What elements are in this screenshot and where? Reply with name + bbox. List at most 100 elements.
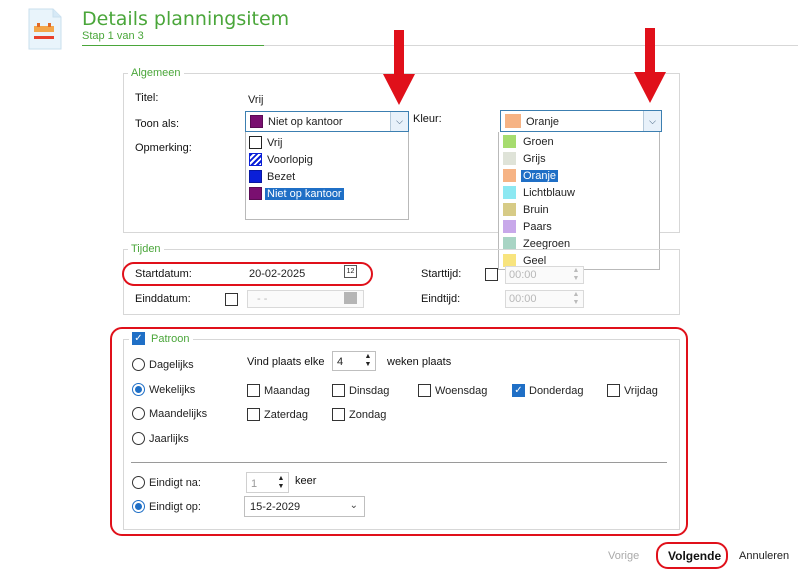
eindtijd-value: 00:00 [509,293,537,305]
day-vrijdag-checkbox [607,384,620,397]
chevron-down-icon: ⌄ [349,500,358,511]
day-maandag[interactable]: Maandag [247,384,310,397]
starttijd-input[interactable]: 00:00 ▲ ▼ [505,266,584,284]
calendar-glyph: 12 [346,268,355,275]
radio-eindigt-na[interactable]: Eindigt na: [132,476,201,489]
kleur-select[interactable]: Oranje ⌵ [500,110,662,132]
day-maandag-checkbox [247,384,260,397]
header-underline [82,45,264,46]
opmerking-label: Opmerking: [135,142,192,154]
weken-spin-buttons[interactable]: ▲ ▼ [361,352,375,370]
toon-als-option-selected[interactable]: Niet op kantoor [246,185,345,202]
radio-dagelijks[interactable]: Dagelijks [132,358,194,371]
radio-wekelijks[interactable]: Wekelijks [132,383,195,396]
kleur-option-selected[interactable]: Oranje [499,167,560,184]
radio-dagelijks-label: Dagelijks [149,358,194,371]
swatch-lichtblauw [503,186,516,199]
toon-als-option[interactable]: Voorlopig [246,151,313,168]
eindtijd-spinner[interactable]: ▲ ▼ [569,291,583,307]
vorige-button[interactable]: Vorige [608,550,639,562]
weken-value: 4 [337,356,344,368]
radio-eindigt-op[interactable]: Eindigt op: [132,500,201,513]
toon-als-option[interactable]: Vrij [246,134,282,151]
kleur-swatch [505,114,521,128]
eindigt-na-spin-buttons[interactable]: ▲ ▼ [274,473,288,492]
toon-als-label: Toon als: [135,118,180,130]
toon-als-option[interactable]: Bezet [246,168,295,185]
eindigt-op-datepicker[interactable]: 15-2-2029 ⌄ [244,496,365,517]
swatch-groen [503,135,516,148]
day-maandag-label: Maandag [264,384,310,397]
kleur-option[interactable]: Bruin [499,201,549,218]
calendar-icon-disabled [344,292,357,304]
swatch-oranje [503,169,516,182]
eindtijd-input[interactable]: 00:00 ▲ ▼ [505,290,584,308]
starttijd-label: Starttijd: [421,268,462,280]
day-donderdag-label: Donderdag [529,384,584,397]
swatch-paars [503,220,516,233]
day-vrijdag-label: Vrijdag [624,384,658,397]
kleur-option[interactable]: Grijs [499,150,546,167]
radio-eindigt-na-label: Eindigt na: [149,476,201,489]
option-label: Groen [523,135,554,148]
kleur-dropdown-button[interactable]: ⌵ [643,111,661,131]
radio-maandelijks-dot [132,407,145,420]
toon-als-select[interactable]: Niet op kantoor ⌵ [245,111,409,132]
tijden-legend: Tijden [128,243,164,255]
kleur-option[interactable]: Groen [499,133,554,150]
option-label: Vrij [267,136,283,149]
day-donderdag[interactable]: ✓ Donderdag [512,384,583,397]
day-zondag[interactable]: Zondag [332,408,386,421]
option-label: Bruin [523,203,549,216]
volgende-button[interactable]: Volgende [668,549,721,563]
kleur-option[interactable]: Lichtblauw [499,184,575,201]
titel-input[interactable]: Vrij [248,94,648,108]
einddatum-checkbox[interactable] [225,293,238,306]
app-icon [26,6,64,52]
titel-label: Titel: [135,92,159,104]
starttijd-spinner[interactable]: ▲ ▼ [569,267,583,283]
option-label: Grijs [523,152,546,165]
header-divider [264,45,798,46]
weken-spinner[interactable]: 4 ▲ ▼ [332,351,376,371]
patroon-legend: Patroon [151,332,190,345]
kleur-value: Oranje [526,116,560,128]
day-dinsdag-checkbox [332,384,345,397]
toon-als-dropdown-button[interactable]: ⌵ [390,112,408,131]
radio-jaarlijks[interactable]: Jaarlijks [132,432,189,445]
annuleren-button[interactable]: Annuleren [739,550,789,562]
day-dinsdag[interactable]: Dinsdag [332,384,389,397]
eindigt-op-value: 15-2-2029 [250,500,301,513]
radio-wekelijks-label: Wekelijks [149,383,196,396]
eindigt-na-value: 1 [251,478,258,490]
einddatum-value: - - [257,293,268,305]
day-zondag-checkbox [332,408,345,421]
calendar-icon[interactable]: 12 [344,265,357,278]
starttijd-checkbox[interactable] [485,268,498,281]
radio-maandelijks[interactable]: Maandelijks [132,407,207,420]
day-donderdag-checkbox: ✓ [512,384,525,397]
step-indicator: Stap 1 van 3 [82,30,144,42]
startdatum-input[interactable]: 20-02-2025 [249,268,305,280]
einddatum-label: Einddatum: [135,293,191,305]
day-woensdag-checkbox [418,384,431,397]
startdatum-label: Startdatum: [135,268,192,280]
kleur-option[interactable]: Paars [499,218,552,235]
radio-wekelijks-dot [132,383,145,396]
toon-als-dropdown-list: Vrij Voorlopig Bezet Niet op kantoor [245,132,409,220]
eindigt-na-spinner[interactable]: 1 ▲ ▼ [246,472,289,493]
chevron-down-icon: ⌵ [649,115,656,126]
patroon-legend-wrap: ✓ Patroon [129,332,193,345]
swatch-vrij [249,136,262,149]
option-label: Voorlopig [267,153,313,166]
radio-dagelijks-dot [132,358,145,371]
option-label: Paars [523,220,552,233]
day-woensdag[interactable]: Woensdag [418,384,487,397]
keer-label: keer [295,475,317,487]
starttijd-value: 00:00 [509,269,537,281]
swatch-grijs [503,152,516,165]
day-dinsdag-label: Dinsdag [349,384,390,397]
patroon-checkbox[interactable]: ✓ [132,332,145,345]
day-zaterdag[interactable]: Zaterdag [247,408,308,421]
day-vrijdag[interactable]: Vrijdag [607,384,658,397]
